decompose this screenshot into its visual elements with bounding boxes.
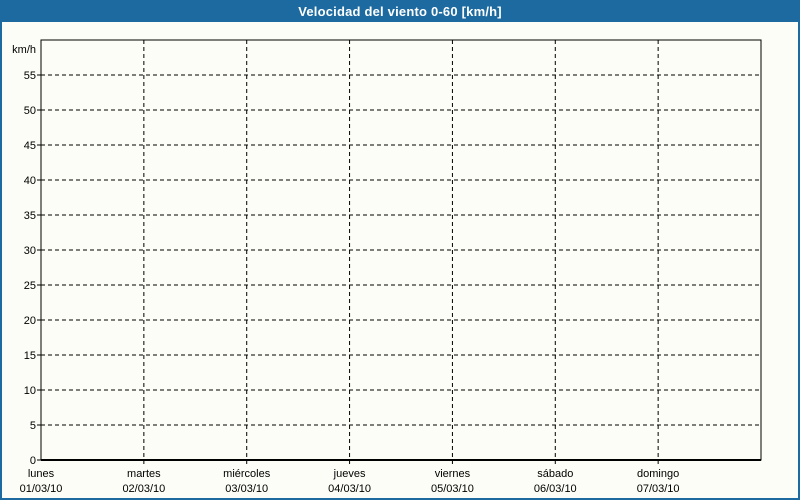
y-tick-label: 0: [30, 455, 36, 467]
chart-title-bar: Velocidad del viento 0-60 [km/h]: [2, 2, 798, 22]
y-tick-label: 55: [24, 70, 36, 82]
x-day-label: viernes: [435, 468, 471, 480]
y-tick-label: 40: [24, 175, 36, 187]
grid-layer: [41, 40, 761, 460]
y-tick-label: 35: [24, 210, 36, 222]
y-tick-label: 20: [24, 315, 36, 327]
y-tick-label: 5: [30, 420, 36, 432]
y-tick-label: 10: [24, 385, 36, 397]
y-axis-unit-label: km/h: [12, 44, 36, 56]
x-day-label: miércoles: [223, 468, 271, 480]
y-tick-label: 45: [24, 140, 36, 152]
y-tick-label: 50: [24, 105, 36, 117]
x-day-label: jueves: [333, 468, 366, 480]
x-date-label: 01/03/10: [20, 483, 63, 495]
axis-layer: [37, 39, 762, 464]
chart-title: Velocidad del viento 0-60 [km/h]: [298, 4, 502, 19]
x-day-label: lunes: [28, 468, 55, 480]
y-tick-label: 25: [24, 280, 36, 292]
x-day-label: domingo: [637, 468, 679, 480]
x-date-label: 04/03/10: [328, 483, 371, 495]
x-date-label: 02/03/10: [122, 483, 165, 495]
x-date-label: 06/03/10: [534, 483, 577, 495]
chart-window: Velocidad del viento 0-60 [km/h] km/h 05…: [0, 0, 800, 500]
wind-speed-chart: km/h 0 5 10 15 20 25 30 35 40 45 50 55 lunes 01/03/10…: [12, 39, 762, 495]
x-date-label: 03/03/10: [225, 483, 268, 495]
y-tick-label: 15: [24, 350, 36, 362]
x-day-label: sábado: [537, 468, 573, 480]
y-tick-label: 30: [24, 245, 36, 257]
x-date-label: 05/03/10: [431, 483, 474, 495]
x-day-label: martes: [127, 468, 161, 480]
x-date-label: 07/03/10: [637, 483, 680, 495]
